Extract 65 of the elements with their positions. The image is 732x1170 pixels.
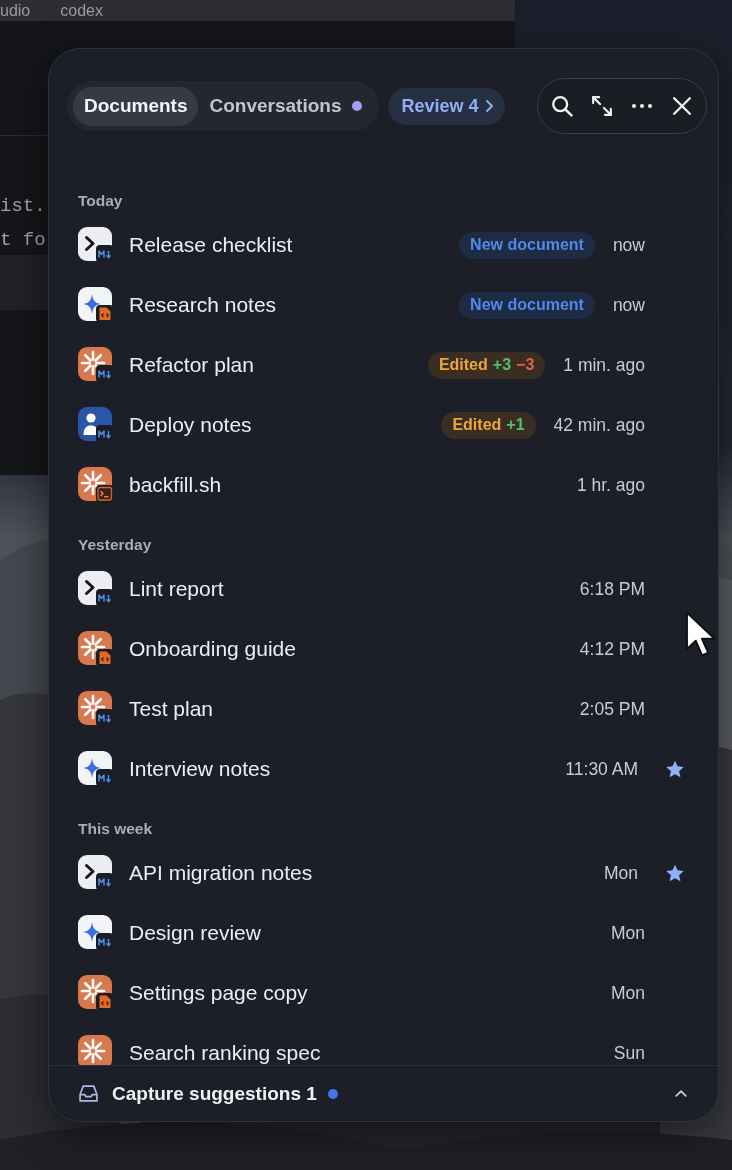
removed-lines-count: −3 bbox=[516, 356, 535, 374]
burst-markdown-icon bbox=[78, 691, 114, 727]
section-header: Today bbox=[78, 192, 123, 209]
chevron-right-icon bbox=[485, 100, 493, 112]
timestamp: Sun bbox=[613, 1042, 645, 1064]
star-icon[interactable] bbox=[666, 864, 684, 882]
timestamp: 4:12 PM bbox=[579, 638, 645, 660]
timestamp: 6:18 PM bbox=[579, 578, 645, 600]
document-title[interactable]: Release checklist bbox=[129, 233, 460, 257]
timestamp: 2:05 PM bbox=[579, 698, 645, 720]
burst-icon bbox=[78, 1035, 114, 1065]
burst-markdown-icon bbox=[78, 347, 114, 383]
expand-arrows-icon bbox=[592, 96, 612, 116]
document-title[interactable]: Interview notes bbox=[129, 757, 566, 781]
burst-terminal-icon bbox=[78, 467, 114, 503]
document-title[interactable]: Test plan bbox=[129, 697, 580, 721]
tab[interactable]: Conversations bbox=[198, 86, 374, 126]
mouse-pointer-icon bbox=[685, 611, 717, 657]
star-icon[interactable] bbox=[666, 760, 684, 778]
document-title[interactable]: backfill.sh bbox=[129, 473, 577, 497]
added-lines-count: +1 bbox=[506, 416, 525, 434]
prompt-markdown-icon bbox=[78, 227, 114, 263]
section-header: Yesterday bbox=[78, 536, 152, 553]
inbox-tray-icon bbox=[79, 1085, 98, 1102]
tab[interactable]: Documents bbox=[73, 86, 199, 126]
search-icon bbox=[551, 95, 573, 117]
code-line: t fo bbox=[0, 228, 46, 253]
timestamp: 1 min. ago bbox=[563, 354, 645, 376]
editor-tab[interactable]: codex bbox=[60, 1, 103, 20]
timestamp: now bbox=[612, 234, 645, 256]
prompt-markdown-icon bbox=[78, 571, 114, 607]
burst-code-file-icon bbox=[78, 631, 114, 667]
burst-code-file-icon bbox=[78, 975, 114, 1011]
edited-label: Edited bbox=[438, 356, 488, 374]
timestamp: Mon bbox=[610, 982, 645, 1004]
document-title[interactable]: Refactor plan bbox=[129, 353, 428, 377]
sparkle-markdown-icon bbox=[78, 915, 114, 951]
timestamp: Mon bbox=[610, 922, 645, 944]
code-line: ist. bbox=[0, 194, 46, 219]
timestamp: Mon bbox=[603, 862, 638, 884]
close-icon bbox=[673, 97, 691, 115]
document-title[interactable]: Onboarding guide bbox=[129, 637, 580, 661]
document-title[interactable]: Deploy notes bbox=[129, 413, 442, 437]
document-title[interactable]: Lint report bbox=[129, 577, 580, 601]
sparkle-code-file-icon bbox=[78, 287, 114, 323]
timestamp: 1 hr. ago bbox=[576, 474, 645, 496]
sparkle-markdown-icon bbox=[78, 751, 114, 787]
editor-tab[interactable]: udio bbox=[0, 1, 31, 20]
section-header: This week bbox=[78, 820, 153, 837]
edited-label: Edited bbox=[452, 416, 502, 434]
new-document-badge: New document bbox=[459, 291, 595, 319]
added-lines-count: +3 bbox=[492, 356, 512, 374]
document-title[interactable]: Settings page copy bbox=[129, 981, 611, 1005]
timestamp: now bbox=[612, 294, 645, 316]
document-title[interactable]: Search ranking spec bbox=[129, 1041, 614, 1065]
review-button[interactable]: Review 4 bbox=[388, 87, 505, 125]
document-title[interactable]: API migration notes bbox=[129, 861, 604, 885]
prompt-markdown-icon bbox=[78, 855, 114, 891]
document-title[interactable]: Research notes bbox=[129, 293, 460, 317]
timestamp: 42 min. ago bbox=[553, 414, 645, 436]
document-title[interactable]: Design review bbox=[129, 921, 611, 945]
new-document-badge: New document bbox=[459, 231, 595, 259]
capture-suggestions-button[interactable]: Capture suggestions 1 bbox=[49, 1065, 718, 1121]
timestamp: 11:30 AM bbox=[565, 758, 638, 780]
more-dots-icon bbox=[632, 104, 652, 108]
